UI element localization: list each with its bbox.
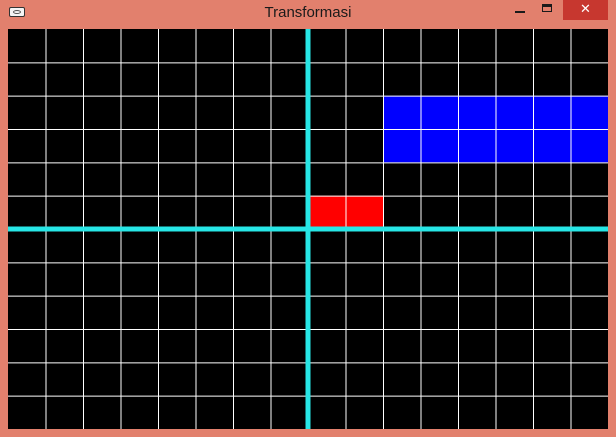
maximize-button[interactable] xyxy=(534,0,561,21)
close-icon: ✕ xyxy=(580,2,591,17)
app-window: Transformasi ✕ xyxy=(0,0,616,437)
drawing-canvas[interactable] xyxy=(8,29,608,429)
close-button[interactable]: ✕ xyxy=(563,0,608,20)
grid-canvas-svg xyxy=(8,29,608,429)
minimize-button[interactable] xyxy=(507,0,534,21)
title-bar[interactable]: Transformasi ✕ xyxy=(0,0,616,29)
